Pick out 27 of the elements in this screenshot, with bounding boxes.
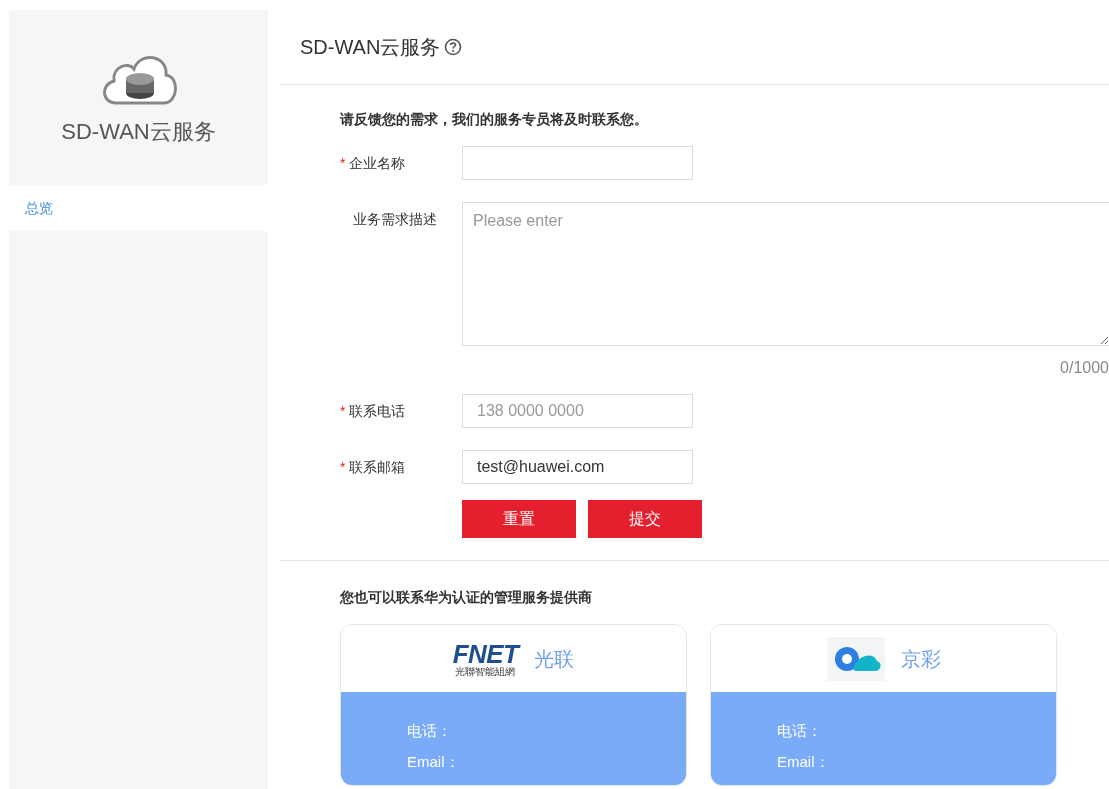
logo-icon (826, 636, 885, 681)
email-label: Email： (777, 751, 831, 772)
logo: FNET 光聯智能組網 (452, 640, 519, 677)
provider-name: 京彩 (900, 646, 941, 672)
description-field[interactable]: Please enter (462, 202, 1109, 346)
input-field[interactable]: 138 0000 0000 (462, 394, 693, 428)
help-icon[interactable] (444, 38, 463, 56)
phone-label: 电话： (777, 721, 823, 741)
field-label: 企业名称 (349, 153, 406, 173)
field-label: 联系邮箱 (349, 457, 406, 477)
input-field[interactable]: test@huawei.com (462, 450, 693, 484)
required-mark: * (340, 457, 346, 477)
providers-heading: 您也可以联系华为认证的管理服务提供商 (340, 588, 593, 607)
input-field[interactable] (462, 146, 693, 180)
provider-name: 光联 (534, 646, 575, 672)
char-counter: 0/1000 (1060, 358, 1109, 378)
form-button[interactable]: 提交 (588, 500, 702, 538)
email-label: Email： (407, 751, 461, 772)
field-label: 业务需求描述 (353, 209, 437, 229)
required-mark: * (340, 153, 346, 173)
form-intro: 请反馈您的需求，我们的服务专员将及时联系您。 (340, 110, 649, 129)
product-title: SD-WAN云服务 (61, 118, 216, 146)
phone-label: 电话： (407, 721, 453, 741)
field-label: 联系电话 (349, 401, 406, 421)
required-mark: * (340, 401, 346, 421)
page-title: SD-WAN云服务 (300, 35, 441, 60)
form-button[interactable]: 重置 (462, 500, 576, 538)
